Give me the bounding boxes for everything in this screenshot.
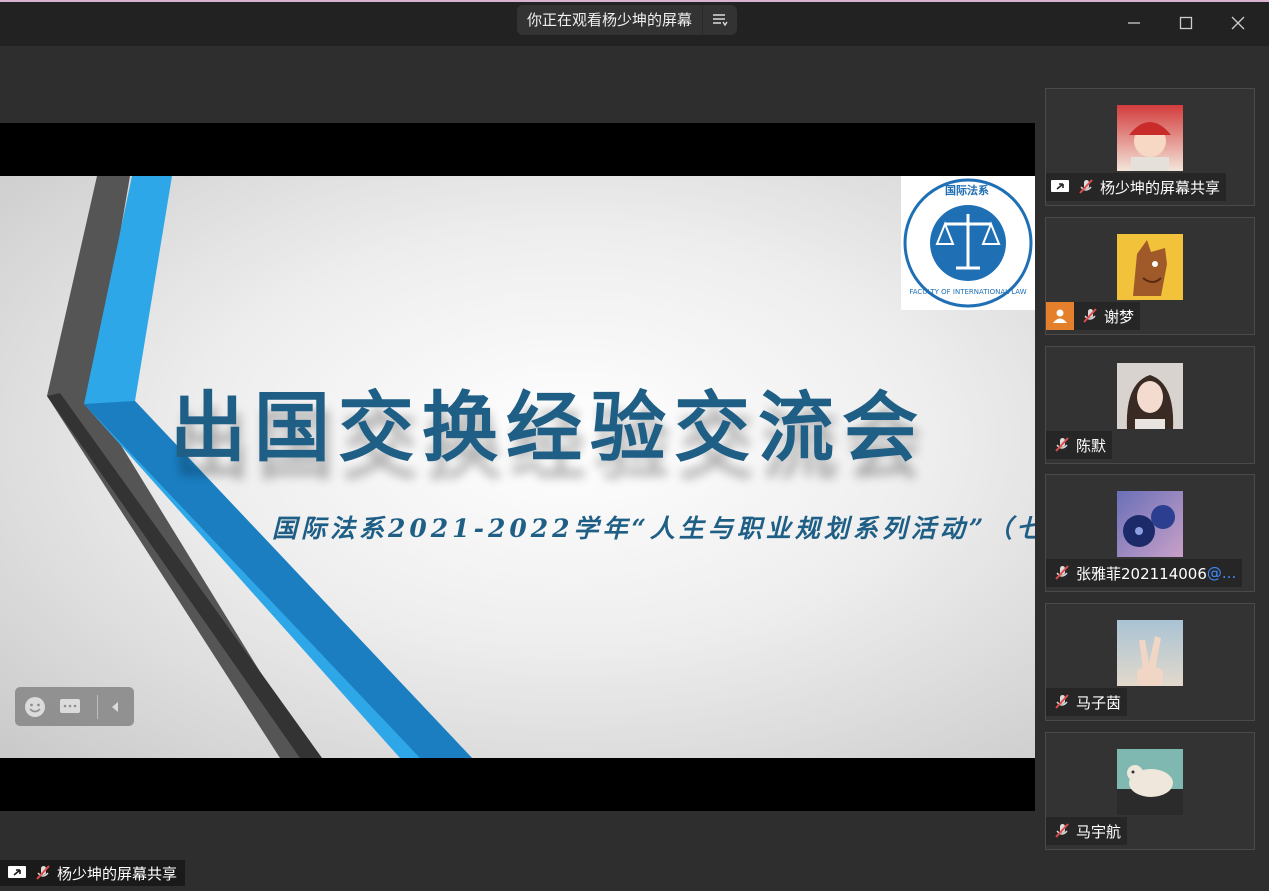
presenter-label: 杨少坤的屏幕共享	[0, 860, 186, 886]
participant-name-bar: 杨少坤的屏幕共享	[1046, 173, 1227, 201]
participant-name: 谢梦	[1104, 307, 1135, 326]
view-options-button[interactable]	[702, 5, 737, 35]
avatar	[1117, 105, 1183, 171]
participant-name-bar: 谢梦	[1046, 302, 1141, 330]
mic-muted-icon	[1052, 821, 1072, 841]
avatar	[1117, 363, 1183, 429]
user-icon	[1053, 309, 1067, 323]
participant-tile[interactable]: 谢梦	[1045, 217, 1255, 335]
faculty-logo: 国际法系 FACULTY OF INTERNATIONAL LAW	[901, 176, 1035, 310]
maximize-button[interactable]	[1173, 10, 1199, 36]
participant-name-bar: 陈默	[1046, 431, 1113, 459]
chat-button[interactable]	[55, 687, 85, 726]
minimize-icon	[1128, 22, 1140, 24]
collapse-icon	[112, 701, 118, 712]
shared-screen-area: 出国交换经验交流会 国际法系2021-2022学年“人生与职业规划系列活动”（七…	[0, 46, 1035, 891]
participant-sidebar: 杨少坤的屏幕共享 谢梦 陈默 张雅菲202114006 @... 马子茵 马宇航	[1035, 46, 1269, 891]
participant-tile[interactable]: 杨少坤的屏幕共享	[1045, 88, 1255, 206]
share-banner: 你正在观看杨少坤的屏幕	[517, 5, 738, 35]
mic-muted-icon	[33, 863, 53, 883]
emoji-icon	[25, 696, 45, 717]
close-icon	[1231, 16, 1245, 30]
maximize-icon	[1179, 16, 1193, 30]
host-badge	[1046, 302, 1074, 330]
screen-share-icon	[1050, 179, 1070, 195]
avatar	[1117, 491, 1183, 557]
emoji-button[interactable]	[15, 687, 55, 726]
window-accent	[0, 0, 1269, 2]
screen-share-icon	[7, 865, 27, 881]
title-bar: 你正在观看杨少坤的屏幕	[0, 0, 1269, 46]
participant-tile[interactable]: 陈默	[1045, 346, 1255, 464]
letterbox-top	[0, 123, 1035, 176]
participant-name-bar: 张雅菲202114006 @...	[1046, 559, 1243, 587]
participant-name-bar: 马宇航	[1046, 817, 1128, 845]
participant-name-bar: 马子茵	[1046, 688, 1128, 716]
mic-muted-icon	[1080, 306, 1100, 326]
participant-name: 陈默	[1076, 436, 1107, 455]
list-menu-icon	[713, 14, 728, 27]
presentation-slide: 出国交换经验交流会 国际法系2021-2022学年“人生与职业规划系列活动”（七…	[0, 176, 1035, 758]
participant-handle: @...	[1206, 564, 1237, 582]
chat-icon	[60, 698, 80, 713]
participant-tile[interactable]: 马子茵	[1045, 603, 1255, 721]
logo-text-bottom: FACULTY OF INTERNATIONAL LAW	[909, 288, 1027, 296]
mic-muted-icon	[1052, 563, 1072, 583]
slide-title: 出国交换经验交流会	[170, 383, 926, 472]
participant-name: 马宇航	[1076, 822, 1122, 841]
participant-name: 杨少坤的屏幕共享	[1100, 178, 1221, 197]
avatar	[1117, 234, 1183, 300]
participant-name: 马子茵	[1076, 693, 1122, 712]
logo-text-top: 国际法系	[945, 184, 989, 197]
participant-tile[interactable]: 马宇航	[1045, 732, 1255, 850]
mic-muted-icon	[1052, 692, 1072, 712]
avatar	[1117, 749, 1183, 815]
close-button[interactable]	[1225, 10, 1251, 36]
mic-muted-icon	[1052, 435, 1072, 455]
share-banner-text: 你正在观看杨少坤的屏幕	[527, 11, 693, 29]
slide-subtitle: 国际法系2021-2022学年“人生与职业规划系列活动”（七）	[272, 514, 1035, 543]
participant-tile[interactable]: 张雅菲202114006 @...	[1045, 474, 1255, 592]
participant-name: 张雅菲202114006	[1076, 564, 1207, 583]
presenter-name: 杨少坤的屏幕共享	[57, 864, 178, 883]
collapse-button[interactable]	[98, 687, 132, 726]
mic-muted-icon	[1076, 177, 1096, 197]
letterbox-bottom	[0, 758, 1035, 811]
overlay-controls	[15, 687, 134, 726]
avatar	[1117, 620, 1183, 686]
minimize-button[interactable]	[1121, 10, 1147, 36]
